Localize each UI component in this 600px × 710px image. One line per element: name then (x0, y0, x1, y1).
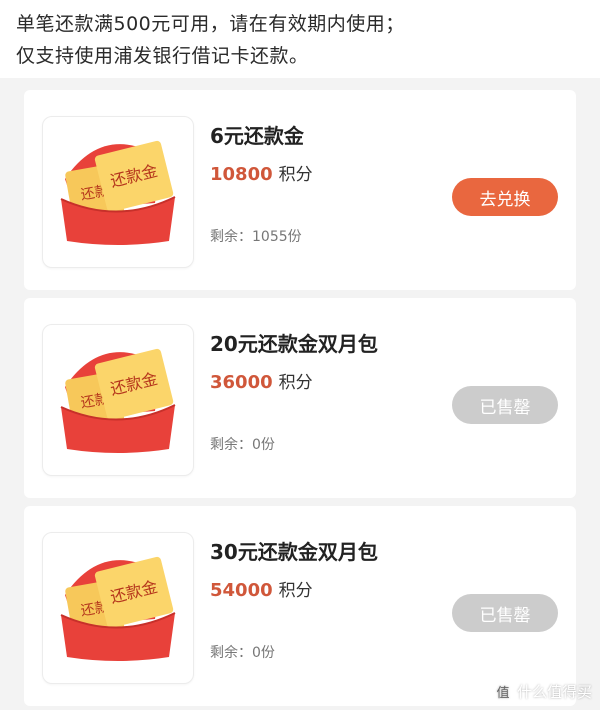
price-unit: 积分 (278, 581, 313, 601)
price: 36000 积分 (210, 368, 313, 393)
product-title: 6元还款金 (210, 124, 304, 148)
red-envelope-icon: 还款 还款金 (60, 348, 176, 453)
watermark-text: 什么值得买 (516, 683, 592, 701)
notice-line-2: 仅支持使用浦发银行借记卡还款。 (16, 45, 309, 67)
remaining-stock: 剩余：0份 (210, 437, 275, 453)
watermark-logo-icon: 值 (492, 681, 513, 702)
remaining-stock: 剩余：1055份 (210, 229, 302, 245)
product-image: 还款 还款金 (42, 532, 194, 684)
redeem-button[interactable]: 去兑换 (452, 178, 558, 216)
product-card-2: 还款 还款金 20元还款金双月包 36000 积分 剩余：0份 已售罄 (24, 298, 576, 498)
product-card-1: 还款 还款金 6元还款金 10800 积分 剩余：1055份 去兑换 (24, 90, 576, 290)
sold-out-button[interactable]: 已售罄 (452, 386, 558, 424)
sold-out-button[interactable]: 已售罄 (452, 594, 558, 632)
notice-panel: 单笔还款满500元可用，请在有效期内使用； 仅支持使用浦发银行借记卡还款。 (0, 0, 600, 78)
red-envelope-icon: 还款 还款金 (60, 556, 176, 661)
price: 54000 积分 (210, 576, 313, 601)
product-image: 还款 还款金 (42, 116, 194, 268)
product-title: 20元还款金双月包 (210, 332, 378, 356)
price-unit: 积分 (278, 373, 313, 393)
watermark: 值 什么值得买 (492, 681, 592, 702)
remaining-stock: 剩余：0份 (210, 645, 275, 661)
product-image: 还款 还款金 (42, 324, 194, 476)
product-card-3: 还款 还款金 30元还款金双月包 54000 积分 剩余：0份 已售罄 (24, 506, 576, 706)
price-value: 54000 (210, 580, 273, 601)
price-unit: 积分 (278, 165, 313, 185)
red-envelope-icon: 还款 还款金 (60, 140, 176, 245)
notice-line-1: 单笔还款满500元可用，请在有效期内使用； (16, 13, 405, 35)
product-title: 30元还款金双月包 (210, 540, 378, 564)
price-value: 36000 (210, 372, 273, 393)
price: 10800 积分 (210, 160, 313, 185)
price-value: 10800 (210, 164, 273, 185)
